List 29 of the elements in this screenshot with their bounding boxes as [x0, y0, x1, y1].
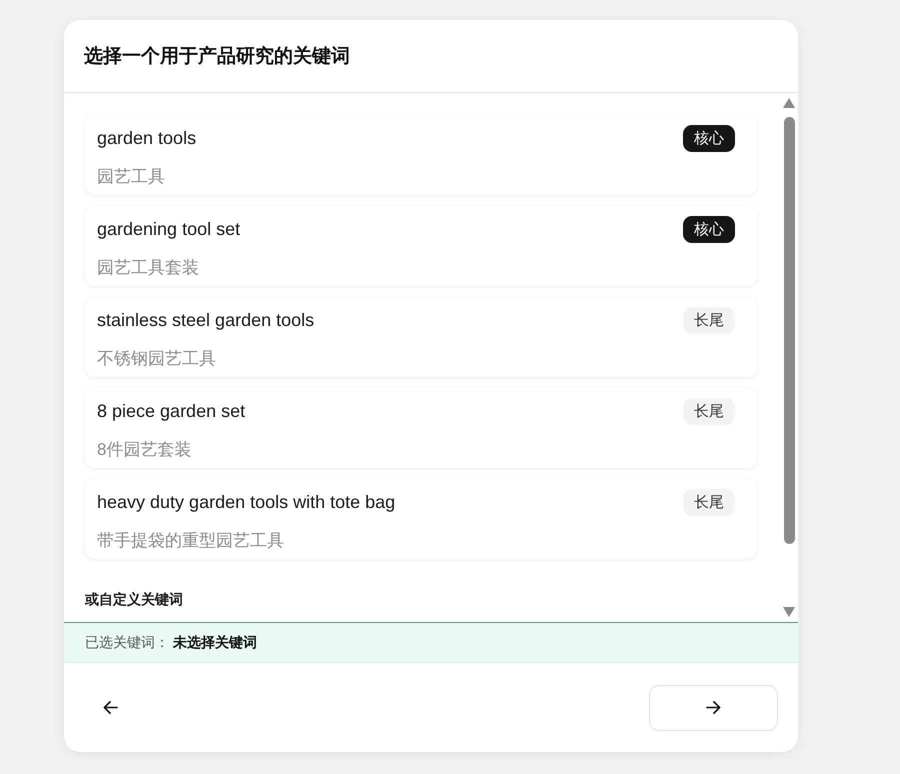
keyword-tag: 长尾: [683, 306, 735, 334]
keyword-card[interactable]: garden tools 核心 园艺工具: [85, 115, 757, 195]
scroll-down-icon[interactable]: [783, 607, 795, 617]
keyword-card[interactable]: heavy duty garden tools with tote bag 长尾 带手提袋的重型园艺工具: [85, 479, 757, 559]
keyword-term: heavy duty garden tools with tote bag: [97, 492, 396, 512]
keyword-term: garden tools: [97, 128, 196, 148]
keyword-tag: 核心: [683, 216, 735, 242]
keyword-tag: 长尾: [683, 488, 735, 516]
keyword-translation: 8件园艺套装: [97, 439, 192, 461]
scroll-up-icon[interactable]: [783, 98, 795, 108]
keyword-translation: 园艺工具套装: [97, 257, 199, 279]
custom-keyword-heading: 或自定义关键词: [85, 591, 183, 610]
keyword-term: 8 piece garden set: [97, 400, 246, 422]
keyword-term: gardening tool set: [97, 218, 240, 240]
keyword-translation: 园艺工具: [97, 166, 165, 188]
arrow-right-icon: [706, 700, 721, 715]
keyword-term: stainless steel garden tools: [97, 310, 314, 330]
keyword-tag: 长尾: [683, 398, 735, 424]
arrow-left-icon: [102, 700, 118, 715]
keyword-card[interactable]: 8 piece garden set 长尾 8件园艺套装: [85, 388, 757, 468]
selection-value: 未选择关键词: [173, 634, 257, 652]
keyword-translation: 带手提袋的重型园艺工具: [97, 530, 284, 552]
dialog-title: 选择一个用于产品研究的关键词: [84, 44, 350, 69]
keyword-translation: 不锈钢园艺工具: [97, 348, 216, 370]
scrollbar-thumb[interactable]: [784, 117, 794, 544]
selection-label: 已选关键词：: [85, 634, 169, 652]
keyword-tag: 核心: [683, 124, 735, 152]
keyword-card[interactable]: gardening tool set 核心 园艺工具套装: [85, 206, 757, 286]
keyword-card[interactable]: stainless steel garden tools 长尾 不锈钢园艺工具: [85, 297, 757, 377]
